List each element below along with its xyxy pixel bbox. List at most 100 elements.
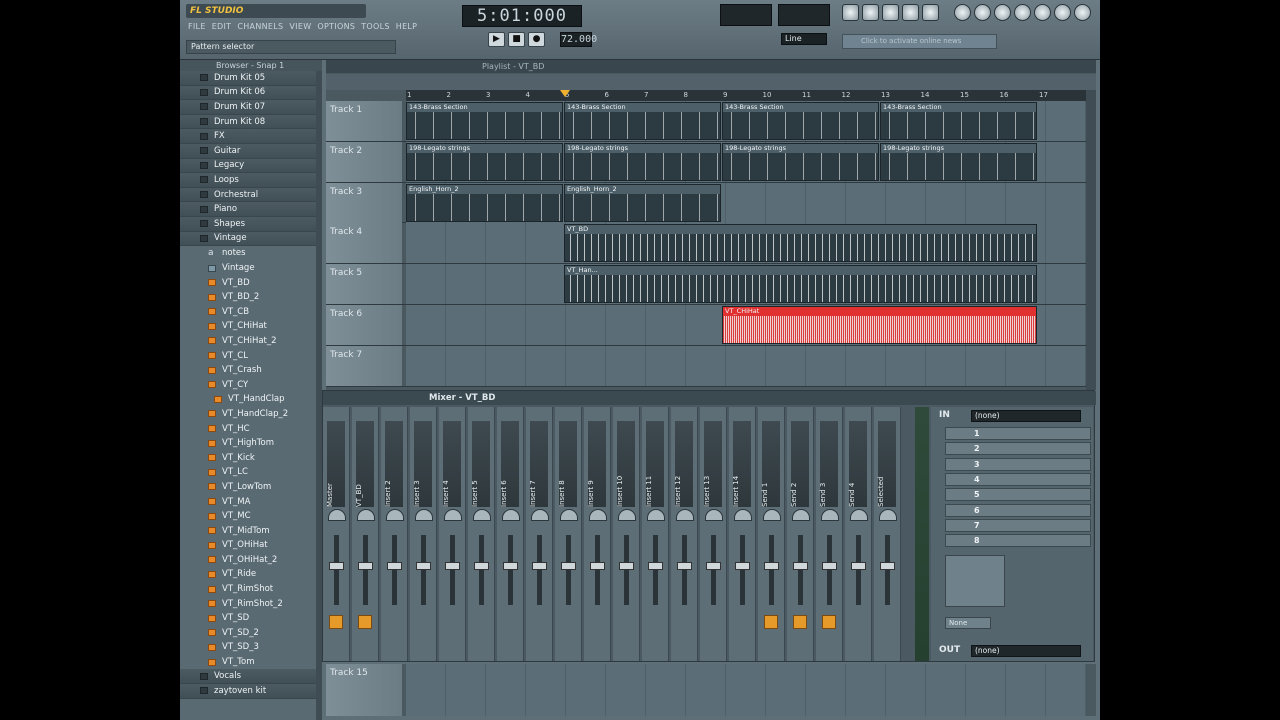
pan-knob[interactable] bbox=[850, 509, 868, 521]
browser-item[interactable]: VT_SD bbox=[180, 611, 316, 626]
browser-item[interactable]: VT_HandClap bbox=[180, 392, 316, 407]
volume-fader-track[interactable] bbox=[711, 535, 716, 605]
route-indicator[interactable] bbox=[822, 615, 836, 629]
volume-fader-track[interactable] bbox=[421, 535, 426, 605]
browser-item[interactable]: VT_OHiHat bbox=[180, 538, 316, 553]
menu-channels[interactable]: CHANNELS bbox=[237, 22, 283, 31]
pattern-clip[interactable]: 143-Brass Section bbox=[406, 102, 563, 140]
mixer-strip[interactable]: Insert 14 bbox=[729, 407, 756, 661]
pattern-clip[interactable]: 143-Brass Section bbox=[722, 102, 879, 140]
output-select[interactable]: (none) bbox=[971, 645, 1081, 657]
volume-fader-track[interactable] bbox=[624, 535, 629, 605]
volume-fader-handle[interactable] bbox=[503, 562, 518, 570]
mixer-strip[interactable]: Insert 3 bbox=[410, 407, 437, 661]
fx-slot[interactable]: 2 bbox=[945, 442, 1091, 456]
mixer-strip[interactable]: Insert 8 bbox=[555, 407, 582, 661]
browser-item[interactable]: VT_LowTom bbox=[180, 480, 316, 495]
volume-fader-handle[interactable] bbox=[416, 562, 431, 570]
mixer-strip[interactable]: Insert 7 bbox=[526, 407, 553, 661]
volume-fader-track[interactable] bbox=[885, 535, 890, 605]
volume-fader-track[interactable] bbox=[798, 535, 803, 605]
volume-fader-track[interactable] bbox=[508, 535, 513, 605]
browser-item[interactable]: VT_CHiHat_2 bbox=[180, 334, 316, 349]
pan-knob[interactable] bbox=[328, 509, 346, 521]
cpu-icon[interactable] bbox=[954, 4, 971, 21]
volume-fader-track[interactable] bbox=[363, 535, 368, 605]
track-lane[interactable]: VT_BD bbox=[406, 223, 1086, 264]
track-lane[interactable]: VT_Han... bbox=[406, 264, 1086, 305]
mixer-strip[interactable]: Insert 11 bbox=[642, 407, 669, 661]
export-icon[interactable] bbox=[1014, 4, 1031, 21]
browser-item[interactable]: VT_Crash bbox=[180, 363, 316, 378]
volume-fader-handle[interactable] bbox=[851, 562, 866, 570]
mixer-strip[interactable]: Insert 5 bbox=[468, 407, 495, 661]
browser-item[interactable]: Guitar bbox=[180, 143, 316, 159]
volume-fader-track[interactable] bbox=[856, 535, 861, 605]
volume-fader-track[interactable] bbox=[653, 535, 658, 605]
browser-item[interactable]: VT_RimShot bbox=[180, 582, 316, 597]
pan-knob[interactable] bbox=[560, 509, 578, 521]
pan-knob[interactable] bbox=[415, 509, 433, 521]
menu-edit[interactable]: EDIT bbox=[212, 22, 232, 31]
mixer-strip[interactable]: Insert 13 bbox=[700, 407, 727, 661]
browser-item[interactable]: Shapes bbox=[180, 216, 316, 232]
volume-fader-handle[interactable] bbox=[329, 562, 344, 570]
browser-item[interactable]: Drum Kit 05 bbox=[180, 71, 316, 86]
pan-knob[interactable] bbox=[357, 509, 375, 521]
stop-button[interactable]: ■ bbox=[508, 32, 525, 47]
tempo-display[interactable]: 72.000 bbox=[560, 32, 597, 47]
record-icon[interactable] bbox=[994, 4, 1011, 21]
track-lane[interactable]: 143-Brass Section 143-Brass Section 143-Br… bbox=[406, 101, 1086, 141]
track-name[interactable]: Track 6 bbox=[326, 305, 402, 345]
volume-fader-handle[interactable] bbox=[735, 562, 750, 570]
browser-item[interactable]: VT_CL bbox=[180, 348, 316, 363]
news-hint-bar[interactable]: Click to activate online news bbox=[842, 34, 997, 49]
browser-item[interactable]: VT_SD_3 bbox=[180, 640, 316, 655]
piano-roll-icon[interactable] bbox=[882, 4, 899, 21]
mixer-strip[interactable]: Insert 12 bbox=[671, 407, 698, 661]
track-name[interactable]: Track 3 bbox=[326, 182, 402, 223]
pattern-clip[interactable]: 198-Legato strings bbox=[722, 142, 879, 181]
mixer-icon[interactable] bbox=[922, 4, 939, 21]
pattern-clip[interactable]: English_Horn_2 bbox=[406, 183, 563, 222]
eq-preset-select[interactable]: None bbox=[945, 617, 991, 629]
browser-item[interactable]: Drum Kit 08 bbox=[180, 114, 316, 130]
browser-item[interactable]: VT_CHiHat bbox=[180, 319, 316, 334]
playhead-marker[interactable] bbox=[560, 90, 570, 97]
volume-fader-handle[interactable] bbox=[590, 562, 605, 570]
track-name[interactable]: Track 5 bbox=[326, 264, 402, 305]
playlist-scrollbar[interactable] bbox=[1086, 90, 1096, 390]
mixer-strip[interactable]: Insert 9 bbox=[584, 407, 611, 661]
playlist-icon[interactable] bbox=[842, 4, 859, 21]
browser-item[interactable]: Vintage bbox=[180, 231, 316, 247]
track-name[interactable]: Track 4 bbox=[326, 223, 402, 264]
volume-fader-handle[interactable] bbox=[532, 562, 547, 570]
route-indicator[interactable] bbox=[358, 615, 372, 629]
volume-fader-handle[interactable] bbox=[822, 562, 837, 570]
route-indicator[interactable] bbox=[329, 615, 343, 629]
track-lane[interactable] bbox=[406, 345, 1086, 386]
browser-item[interactable]: Loops bbox=[180, 173, 316, 188]
browser-item[interactable]: Vintage bbox=[180, 261, 316, 276]
save-icon[interactable] bbox=[974, 4, 991, 21]
volume-fader-handle[interactable] bbox=[880, 562, 895, 570]
mixer-strip[interactable]: Send 2 bbox=[787, 407, 814, 661]
pattern-clip[interactable]: 198-Legato strings bbox=[406, 142, 563, 181]
browser-item[interactable]: VT_Ride bbox=[180, 567, 316, 582]
help-icon[interactable] bbox=[1074, 4, 1091, 21]
menu-tools[interactable]: TOOLS bbox=[361, 22, 390, 31]
song-time-display[interactable]: 5:01:000 bbox=[462, 5, 582, 27]
pattern-clip[interactable]: 143-Brass Section bbox=[880, 102, 1037, 140]
menu-file[interactable]: FILE bbox=[188, 22, 206, 31]
pan-knob[interactable] bbox=[531, 509, 549, 521]
step-sequencer-icon[interactable] bbox=[862, 4, 879, 21]
volume-fader-handle[interactable] bbox=[764, 562, 779, 570]
volume-fader-handle[interactable] bbox=[619, 562, 634, 570]
fx-slot[interactable]: 8 bbox=[945, 534, 1091, 548]
menu-options[interactable]: OPTIONS bbox=[317, 22, 355, 31]
track-lane[interactable]: VT_CHiHat bbox=[406, 305, 1086, 345]
browser-item[interactable]: Piano bbox=[180, 202, 316, 217]
volume-fader-handle[interactable] bbox=[706, 562, 721, 570]
mixer-strip[interactable]: Send 1 bbox=[758, 407, 785, 661]
mixer-strip[interactable]: Insert 4 bbox=[439, 407, 466, 661]
